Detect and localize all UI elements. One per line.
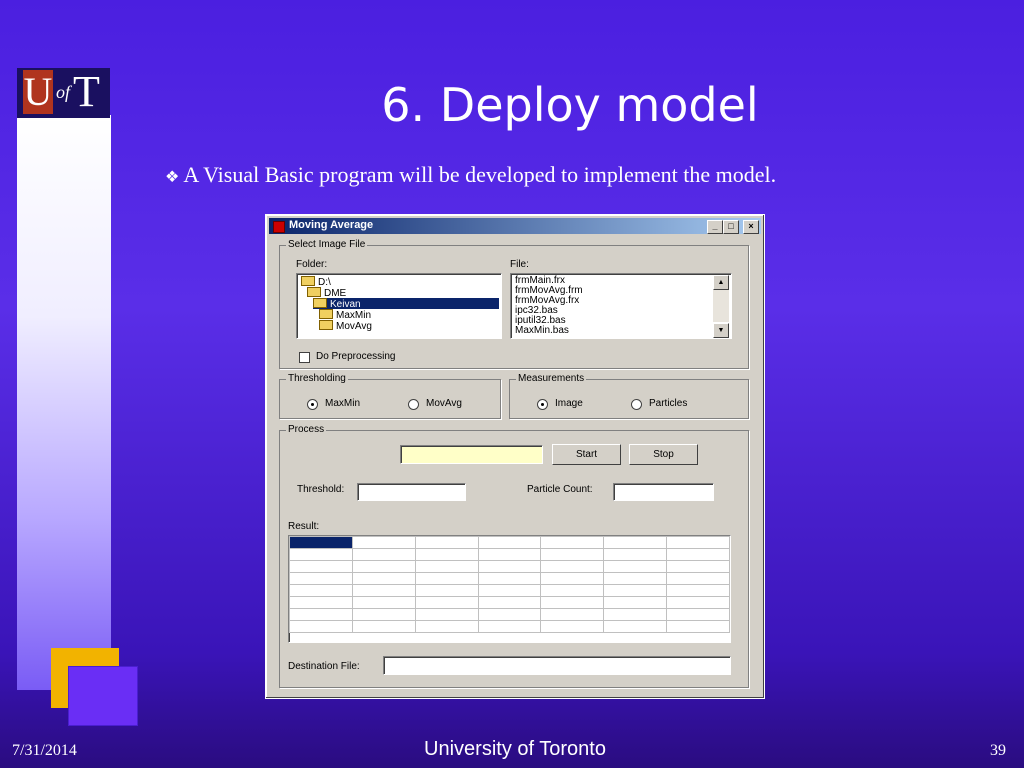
result-grid-cells[interactable]	[289, 536, 730, 633]
logo-t: T	[73, 67, 100, 116]
folder-icon	[319, 309, 333, 319]
stop-button[interactable]: Stop	[629, 444, 698, 465]
close-button[interactable]: ×	[743, 220, 759, 234]
scroll-down-arrow-icon[interactable]: ▼	[713, 323, 729, 338]
left-decoration-bar	[17, 115, 111, 690]
maxmin-label: MaxMin	[325, 398, 361, 409]
open-folder-icon	[313, 298, 327, 308]
page-number: 39	[990, 742, 1006, 759]
measurements-group: Measurements Image Particles	[509, 373, 749, 419]
folder-icon	[319, 320, 333, 330]
slide-title: 6. Deploy model	[381, 78, 759, 132]
image-radio[interactable]	[537, 399, 548, 410]
image-label: Image	[555, 398, 583, 409]
folder-item[interactable]: D:\	[301, 276, 331, 288]
uoft-logo: U of T	[17, 68, 110, 121]
maximize-button[interactable]: □	[723, 220, 739, 234]
scroll-up-arrow-icon[interactable]: ▲	[713, 275, 729, 290]
particle-count-label: Particle Count:	[527, 484, 593, 495]
movavg-radio[interactable]	[408, 399, 419, 410]
progress-field	[400, 445, 543, 464]
folder-item-selected[interactable]: Keivan	[313, 298, 499, 310]
preprocessing-checkbox[interactable]	[299, 352, 310, 363]
folder-label: Folder:	[296, 259, 328, 270]
threshold-label: Threshold:	[297, 484, 345, 495]
folder-item[interactable]: DME	[307, 287, 346, 299]
blue-square-decoration	[68, 666, 138, 726]
bullet-point: ❖ A Visual Basic program will be develope…	[165, 162, 776, 188]
moving-average-window: Moving Average _ □ × Select Image File F…	[265, 214, 765, 699]
process-group-label: Process	[286, 424, 327, 435]
logo-of: of	[56, 82, 71, 102]
destination-file-input[interactable]	[383, 656, 731, 675]
particle-count-input[interactable]	[613, 483, 714, 501]
select-image-group: Select Image File Folder: File: D:\ DME …	[279, 239, 749, 369]
maxmin-radio[interactable]	[307, 399, 318, 410]
particles-radio[interactable]	[631, 399, 642, 410]
minimize-button[interactable]: _	[707, 220, 723, 234]
particles-label: Particles	[649, 398, 688, 409]
movavg-label: MovAvg	[426, 398, 462, 409]
bullet-marker-icon: ❖	[165, 169, 180, 186]
folder-list[interactable]: D:\ DME Keivan MaxMin MovAvg	[296, 273, 502, 339]
file-list-scrollbar[interactable]	[713, 290, 729, 322]
folder-item[interactable]: MaxMin	[319, 309, 371, 321]
folder-item[interactable]: MovAvg	[319, 320, 372, 332]
preprocessing-label: Do Preprocessing	[316, 351, 396, 362]
app-icon	[273, 221, 285, 233]
file-list[interactable]: frmMain.frx frmMovAvg.frm frmMovAvg.frx …	[510, 273, 732, 339]
open-folder-icon	[301, 276, 315, 286]
footer-university: University of Toronto	[424, 738, 606, 760]
select-image-group-label: Select Image File	[286, 239, 368, 250]
footer-date: 7/31/2014	[12, 742, 77, 759]
measurements-group-label: Measurements	[516, 373, 587, 384]
start-button[interactable]: Start	[552, 444, 621, 465]
window-titlebar[interactable]: Moving Average _ □ ×	[269, 218, 761, 234]
threshold-input[interactable]	[357, 483, 466, 501]
open-folder-icon	[307, 287, 321, 297]
file-item[interactable]: MaxMin.bas	[515, 325, 569, 336]
thresholding-group-label: Thresholding	[286, 373, 348, 384]
result-grid[interactable]	[288, 535, 731, 643]
bullet-text: A Visual Basic program will be developed…	[183, 162, 777, 187]
thresholding-group: Thresholding MaxMin MovAvg	[279, 373, 501, 419]
window-title: Moving Average	[289, 219, 374, 231]
logo-u: U	[23, 69, 53, 114]
destination-file-label: Destination File:	[288, 661, 360, 672]
process-group: Process Start Stop Threshold: Particle C…	[279, 424, 749, 688]
result-label: Result:	[288, 521, 320, 532]
file-label: File:	[510, 259, 529, 270]
